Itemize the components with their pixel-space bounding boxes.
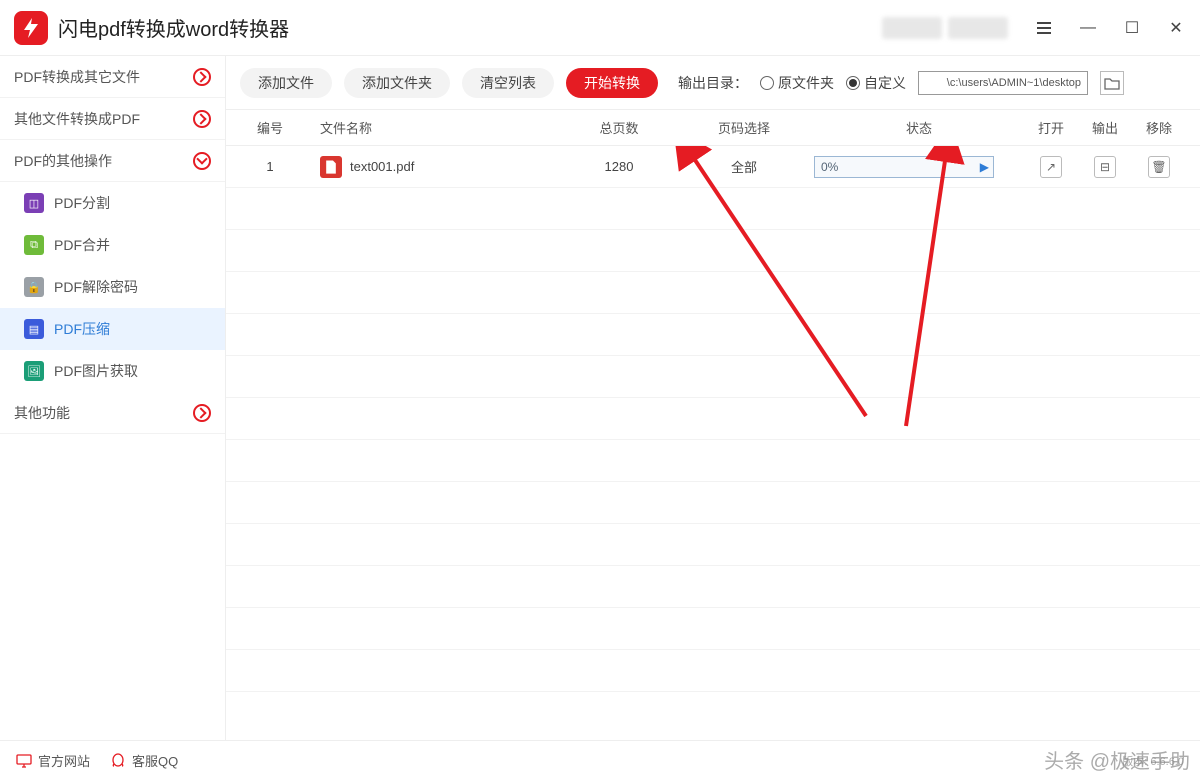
nav-group-label: 其他功能	[14, 403, 70, 423]
th-index: 编号	[240, 118, 300, 137]
nav-group-label: PDF转换成其它文件	[14, 67, 140, 87]
sidebar-item-label: PDF分割	[54, 193, 110, 213]
app-title: 闪电pdf转换成word转换器	[58, 13, 289, 42]
th-remove: 移除	[1132, 118, 1186, 137]
radio-original-folder[interactable]: 原文件夹	[760, 73, 834, 93]
sidebar-item-compress[interactable]: ▤ PDF压缩	[0, 308, 225, 350]
table-row-empty	[226, 188, 1200, 230]
nav-group-pdf-to-other[interactable]: PDF转换成其它文件	[0, 56, 225, 98]
app-logo-icon	[14, 11, 48, 45]
th-name: 文件名称	[300, 118, 564, 137]
table-header: 编号 文件名称 总页数 页码选择 状态 打开 输出 移除	[226, 110, 1200, 146]
close-button[interactable]: ✕	[1166, 18, 1186, 38]
radio-icon	[846, 76, 860, 90]
folder-icon	[1104, 76, 1120, 90]
sidebar-item-unlock[interactable]: 🔒 PDF解除密码	[0, 266, 225, 308]
table-row-empty	[226, 566, 1200, 608]
chevron-right-icon	[193, 404, 211, 422]
merge-icon: ⧉	[24, 235, 44, 255]
sidebar-item-split[interactable]: ◫ PDF分割	[0, 182, 225, 224]
table-row-empty	[226, 440, 1200, 482]
progress-bar[interactable]: 0% ▶	[814, 156, 994, 178]
nav-group-label: PDF的其他操作	[14, 151, 112, 171]
monitor-icon	[16, 754, 32, 768]
open-button[interactable]: ↗	[1040, 156, 1062, 178]
title-bar: 闪电pdf转换成word转换器 — ☐ ✕	[0, 0, 1200, 56]
output-button[interactable]: ⊟	[1094, 156, 1116, 178]
th-pages: 总页数	[564, 118, 674, 137]
clear-list-button[interactable]: 清空列表	[462, 68, 554, 98]
link-label: 官方网站	[38, 751, 90, 770]
th-range: 页码选择	[674, 118, 814, 137]
qq-icon	[110, 753, 126, 769]
sidebar: PDF转换成其它文件 其他文件转换成PDF PDF的其他操作 ◫ PDF分割 ⧉…	[0, 56, 226, 740]
link-label: 客服QQ	[132, 751, 178, 770]
cell-pages: 1280	[564, 159, 674, 174]
sidebar-item-label: PDF图片获取	[54, 361, 138, 381]
table-row-empty	[226, 608, 1200, 650]
pdf-file-icon	[320, 156, 342, 178]
table-row-empty	[226, 482, 1200, 524]
main-panel: 添加文件 添加文件夹 清空列表 开始转换 输出目录： 原文件夹 自定义 c:\u…	[226, 56, 1200, 740]
nav-group-other[interactable]: 其他功能	[0, 392, 225, 434]
chevron-down-icon	[193, 152, 211, 170]
minimize-button[interactable]: —	[1078, 18, 1098, 38]
sidebar-item-label: PDF压缩	[54, 319, 110, 339]
support-qq-link[interactable]: 客服QQ	[110, 751, 178, 770]
lock-icon: 🔒	[24, 277, 44, 297]
radio-custom-folder[interactable]: 自定义	[846, 73, 906, 93]
sidebar-item-label: PDF合并	[54, 235, 110, 255]
radio-label: 原文件夹	[778, 73, 834, 93]
start-convert-button[interactable]: 开始转换	[566, 68, 658, 98]
th-open: 打开	[1024, 118, 1078, 137]
th-status: 状态	[814, 118, 1024, 137]
add-file-button[interactable]: 添加文件	[240, 68, 332, 98]
cell-filename: text001.pdf	[350, 159, 414, 174]
browse-folder-button[interactable]	[1100, 71, 1124, 95]
footer: 官方网站 客服QQ 版本: 6.6.6.0	[0, 740, 1200, 780]
output-path-field[interactable]: c:\users\ADMIN~1\desktop\	[918, 71, 1088, 95]
radio-label: 自定义	[864, 73, 906, 93]
sidebar-item-merge[interactable]: ⧉ PDF合并	[0, 224, 225, 266]
output-label: 输出目录：	[678, 73, 748, 93]
remove-button[interactable]: 🗑	[1148, 156, 1170, 178]
table-row-empty	[226, 314, 1200, 356]
watermark-text: 头条 @极速手助	[1044, 745, 1190, 774]
menu-icon[interactable]	[1034, 18, 1054, 38]
progress-text: 0%	[815, 160, 838, 174]
compress-icon: ▤	[24, 319, 44, 339]
radio-icon	[760, 76, 774, 90]
play-icon: ▶	[980, 160, 989, 174]
sidebar-item-label: PDF解除密码	[54, 277, 138, 297]
blurred-region	[882, 17, 942, 39]
toolbar: 添加文件 添加文件夹 清空列表 开始转换 输出目录： 原文件夹 自定义 c:\u…	[226, 56, 1200, 110]
table-row-empty	[226, 398, 1200, 440]
nav-group-pdf-ops[interactable]: PDF的其他操作	[0, 140, 225, 182]
cell-range[interactable]: 全部	[674, 157, 814, 176]
split-icon: ◫	[24, 193, 44, 213]
nav-group-label: 其他文件转换成PDF	[14, 109, 140, 129]
maximize-button[interactable]: ☐	[1122, 18, 1142, 38]
table-row-empty	[226, 356, 1200, 398]
image-icon: 🖼	[24, 361, 44, 381]
chevron-right-icon	[193, 68, 211, 86]
table-row-empty	[226, 272, 1200, 314]
table-row-empty	[226, 650, 1200, 692]
table-row[interactable]: 1 text001.pdf 1280 全部 0% ▶ ↗ ⊟ 🗑	[226, 146, 1200, 188]
cell-index: 1	[240, 159, 300, 174]
add-folder-button[interactable]: 添加文件夹	[344, 68, 450, 98]
table-body: 1 text001.pdf 1280 全部 0% ▶ ↗ ⊟ 🗑	[226, 146, 1200, 740]
chevron-right-icon	[193, 110, 211, 128]
table-row-empty	[226, 524, 1200, 566]
th-output: 输出	[1078, 118, 1132, 137]
official-site-link[interactable]: 官方网站	[16, 751, 90, 770]
nav-group-other-to-pdf[interactable]: 其他文件转换成PDF	[0, 98, 225, 140]
table-row-empty	[226, 230, 1200, 272]
sidebar-item-extract-images[interactable]: 🖼 PDF图片获取	[0, 350, 225, 392]
blurred-region	[948, 17, 1008, 39]
